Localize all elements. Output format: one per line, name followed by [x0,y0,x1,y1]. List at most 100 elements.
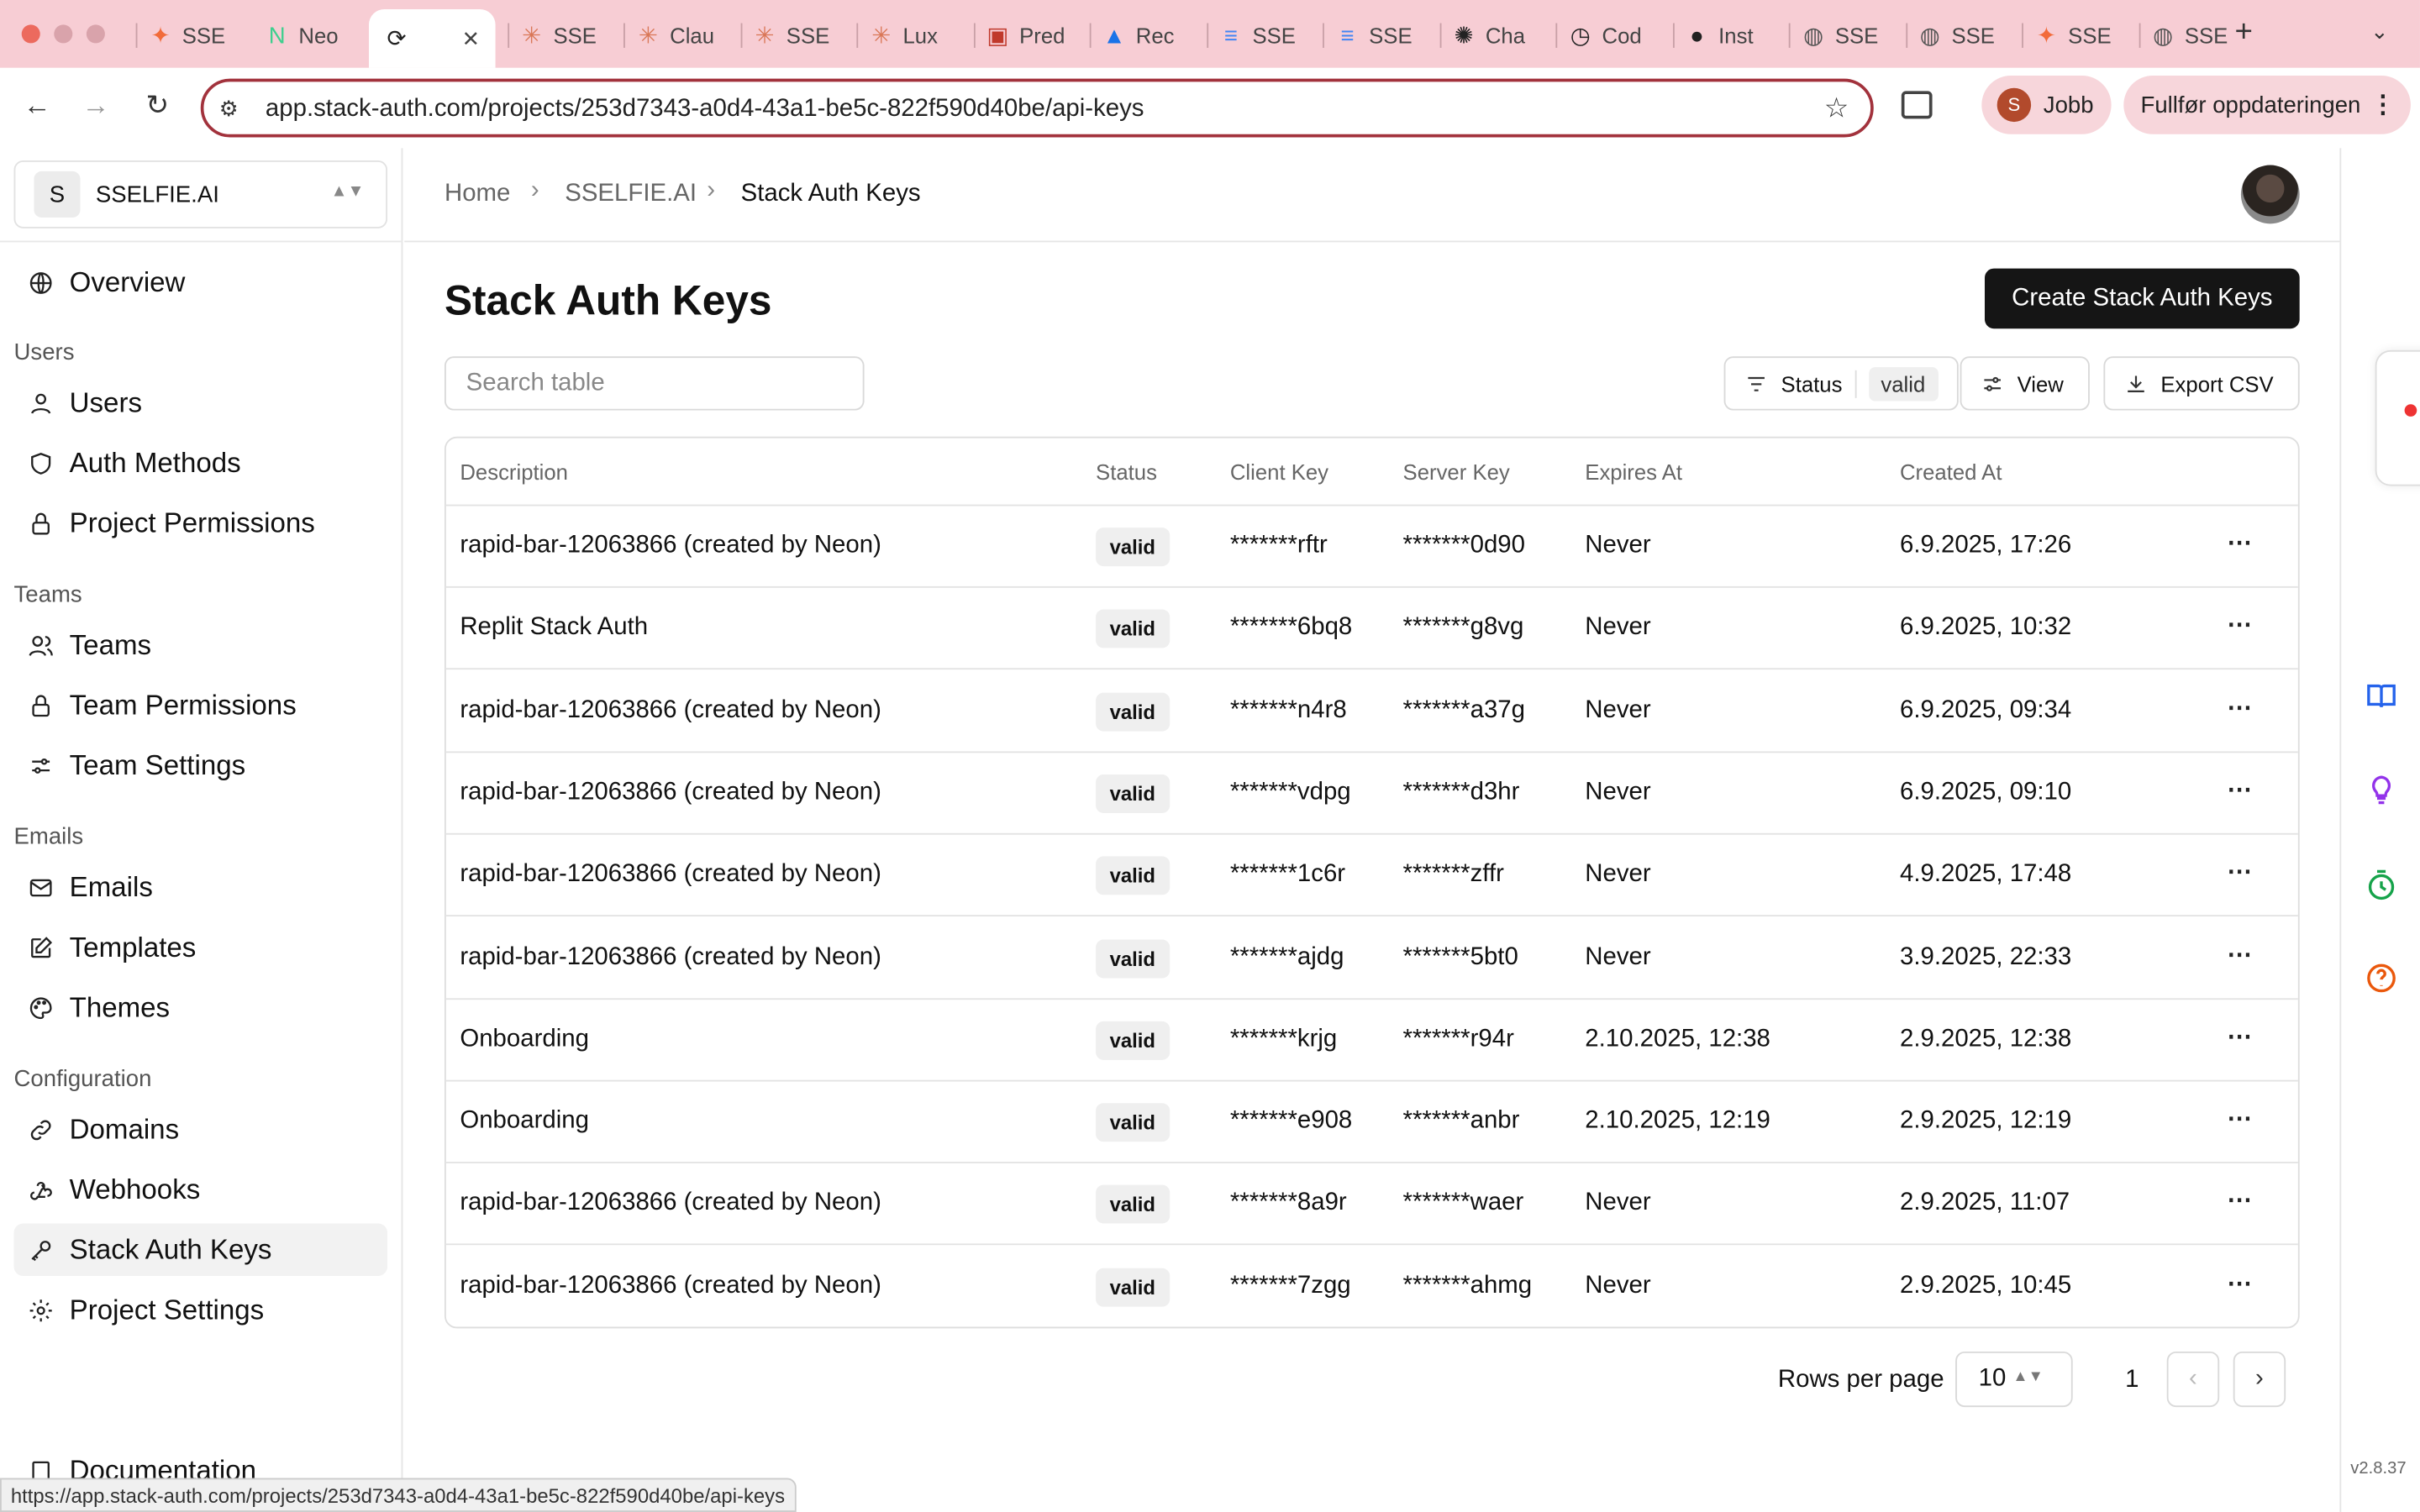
export-csv-button[interactable]: Export CSV [2103,356,2300,411]
table-row[interactable]: rapid-bar-12063866 (created by Neon) ****… [446,1246,2298,1326]
extensions-icon[interactable] [1901,91,1933,119]
row-actions-icon[interactable]: ⋯ [2227,528,2253,559]
back-icon[interactable]: ← [18,90,55,123]
user-avatar[interactable] [2240,165,2300,224]
close-window-button[interactable] [21,24,40,44]
sidebar-item-emails[interactable]: Emails [14,861,387,913]
sidebar-item-domains[interactable]: Domains [14,1103,387,1155]
column-header[interactable]: Expires At [1585,459,1682,484]
row-actions-icon[interactable]: ⋯ [2227,692,2253,723]
profile-button[interactable]: S Jobb [1981,75,2112,134]
sliders-icon [26,751,54,779]
create-keys-button[interactable]: Create Stack Auth Keys [1984,268,2300,329]
sidebar-item-webhooks[interactable]: Webhooks [14,1163,387,1215]
cell-server-key: *******waer [1402,1189,1524,1217]
browser-tab[interactable]: ⟳ ✕ [368,9,496,68]
next-page-button[interactable]: › [2233,1351,2286,1408]
table-row[interactable]: Replit Stack Auth *******6bq8 *******g8vg N… [445,588,2298,670]
minimize-window-button[interactable] [54,24,73,44]
browser-tab[interactable]: N Neo [265,13,360,59]
table-row[interactable]: rapid-bar-12063866 (created by Neon) ****… [445,670,2298,753]
tab-search-icon[interactable]: ⌄ [2370,18,2389,45]
browser-tab[interactable]: ✦ SSE [2034,13,2130,59]
row-actions-icon[interactable]: ⋯ [2227,939,2253,970]
browser-tab[interactable]: ◍ SSE [1801,13,1897,59]
bookmark-star-icon[interactable]: ☆ [1824,92,1849,125]
column-header[interactable]: Client Key [1230,459,1328,484]
row-actions-icon[interactable]: ⋯ [2227,774,2253,806]
project-selector[interactable]: S SSELFIE.AI ▲▼ [13,160,388,228]
row-actions-icon[interactable]: ⋯ [2227,857,2253,888]
browser-tab[interactable]: ✦ SSE [148,13,244,59]
search-input[interactable] [444,356,865,411]
browser-tab[interactable]: ◍ SSE [1918,13,2013,59]
browser-tab[interactable]: ✳ Clau [636,13,732,59]
view-label: View [2017,370,2064,396]
update-button[interactable]: Fullfør oppdateringen ⋮ [2123,75,2411,134]
sidebar-item-users[interactable]: Users [14,376,387,428]
sidebar-item-project-settings[interactable]: Project Settings [14,1284,387,1336]
browser-tab[interactable]: ≡ SSE [1335,13,1431,59]
zoom-window-button[interactable] [86,24,105,44]
table-row[interactable]: rapid-bar-12063866 (created by Neon) ****… [445,753,2298,835]
sidebar-item-overview[interactable]: Overview [14,256,387,308]
column-header[interactable]: Description [460,459,568,484]
browser-tab[interactable]: ▣ Pred [986,13,1081,59]
view-button[interactable]: View [1960,356,2090,411]
row-actions-icon[interactable]: ⋯ [2227,1021,2253,1053]
rows-per-page-select[interactable]: 10 ▲▼ [1955,1351,2073,1408]
browser-tab[interactable]: ✺ Cha [1451,13,1547,59]
table-row[interactable]: Onboarding *******krjg *******r94r 2.10.202… [445,1000,2298,1082]
sidebar-item-stack-auth-keys[interactable]: Stack Auth Keys [13,1223,388,1276]
address-url[interactable]: app.stack-auth.com/projects/253d7343-a0d… [266,96,1144,123]
table-row[interactable]: Onboarding *******e908 *******anbr 2.10.202… [445,1082,2298,1164]
lightbulb-icon[interactable] [2365,773,2398,806]
docs-book-icon[interactable] [2365,679,2398,712]
close-tab-icon[interactable]: ✕ [462,25,481,51]
column-header[interactable]: Status [1096,459,1157,484]
history-icon[interactable] [2365,869,2398,902]
browser-tab[interactable]: ✳ Lux [869,13,965,59]
table-row[interactable]: rapid-bar-12063866 (created by Neon) ****… [445,1164,2298,1246]
sidebar-item-teams[interactable]: Teams [14,619,387,671]
row-actions-icon[interactable]: ⋯ [2227,1268,2253,1299]
browser-menu-icon[interactable]: ⋮ [2370,90,2395,121]
column-header[interactable]: Server Key [1403,459,1510,484]
sidebar-item-project-permissions[interactable]: Project Permissions [14,496,387,549]
help-icon[interactable] [2365,961,2398,995]
site-info-icon[interactable]: ⚙ [219,96,239,122]
tab-separator [856,23,859,48]
project-name: SSELFIE.AI [95,181,219,208]
forward-icon[interactable]: → [77,90,114,123]
sidebar-item-auth-methods[interactable]: Auth Methods [14,437,387,489]
row-actions-icon[interactable]: ⋯ [2227,610,2253,641]
browser-tab[interactable]: ▲ Rec [1102,13,1197,59]
browser-tab[interactable]: ● Inst [1685,13,1781,59]
browser-tab[interactable]: ◷ Cod [1568,13,1664,59]
table-row[interactable]: rapid-bar-12063866 (created by Neon) ****… [445,917,2298,1000]
browser-tab[interactable]: ✳ SSE [752,13,848,59]
address-bar[interactable]: ⚙ app.stack-auth.com/projects/253d7343-a… [200,78,1874,138]
sidebar-item-templates[interactable]: Templates [14,921,387,974]
api-keys-table: Description Status Client Key Server Key… [444,436,2300,1329]
table-row[interactable]: rapid-bar-12063866 (created by Neon) ****… [445,506,2298,588]
tab-separator [1089,23,1092,48]
new-tab-button[interactable]: + [2235,15,2253,50]
row-actions-icon[interactable]: ⋯ [2227,1103,2253,1134]
browser-tab[interactable]: ≡ SSE [1218,13,1314,59]
table-row[interactable]: rapid-bar-12063866 (created by Neon) ****… [445,835,2298,917]
cell-expires-at: Never [1585,696,1651,723]
breadcrumb-home[interactable]: Home [445,181,510,208]
sidebar-item-themes[interactable]: Themes [14,981,387,1033]
browser-tab[interactable]: ◍ SSE [2150,13,2246,59]
row-actions-icon[interactable]: ⋯ [2227,1185,2253,1216]
browser-tab[interactable]: ✳ SSE [519,13,615,59]
previous-page-button[interactable]: ‹ [2166,1351,2220,1408]
feedback-tab[interactable] [2375,349,2420,486]
reload-icon[interactable]: ↻ [139,90,176,123]
breadcrumb-project[interactable]: SSELFIE.AI [565,181,697,208]
status-filter-button[interactable]: Status valid [1723,356,1959,411]
sidebar-item-team-settings[interactable]: Team Settings [14,739,387,791]
column-header[interactable]: Created At [1900,459,2002,484]
sidebar-item-team-permissions[interactable]: Team Permissions [14,679,387,731]
